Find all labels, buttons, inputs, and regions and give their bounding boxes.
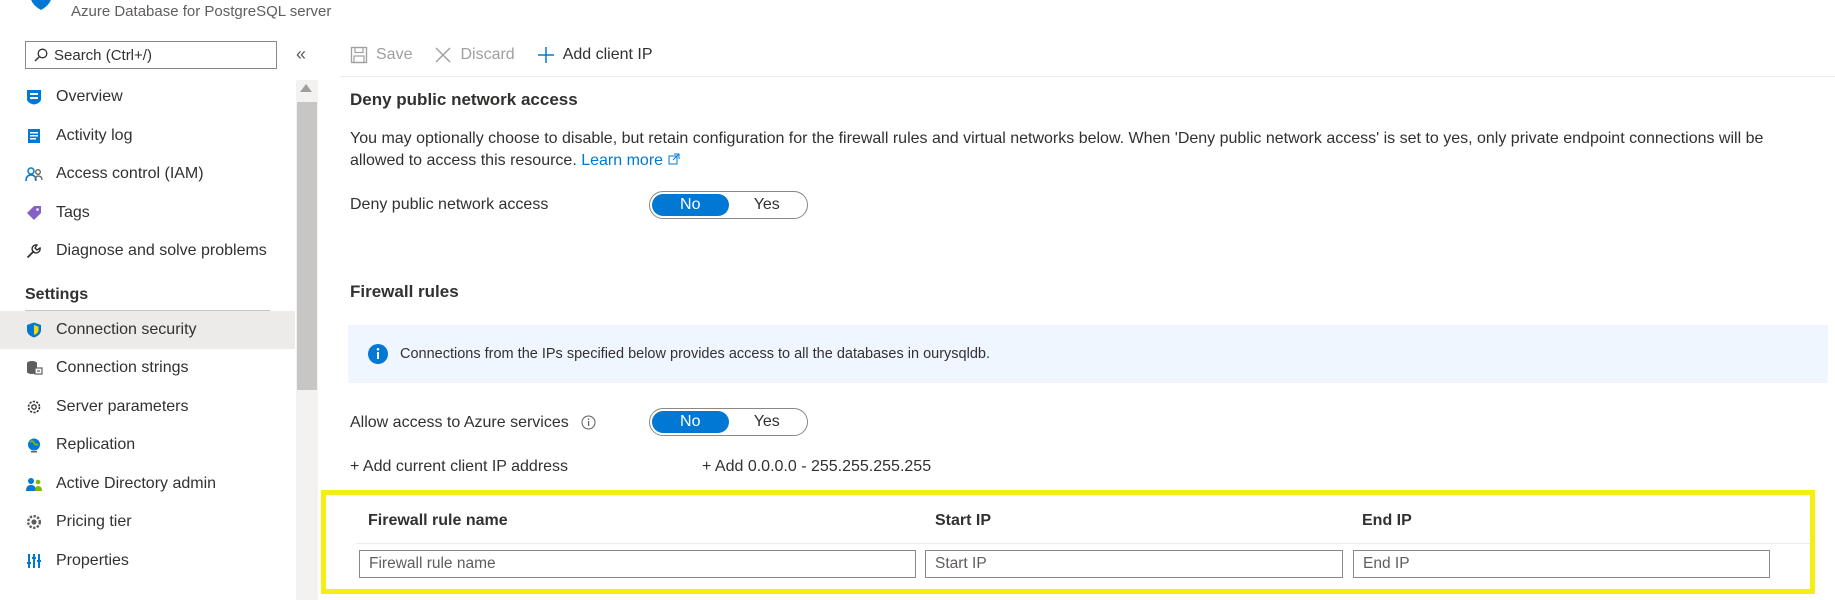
properties-bars-icon (25, 552, 43, 570)
sidebar-item-label: Pricing tier (56, 513, 132, 531)
sidebar-item-label: Active Directory admin (56, 474, 217, 492)
save-button-label: Save (376, 46, 413, 63)
wrench-icon (25, 242, 43, 260)
allow-toggle-no-option[interactable]: No (652, 411, 729, 433)
sidebar-item-properties[interactable]: Properties (0, 542, 295, 581)
sidebar-search-input[interactable] (54, 46, 264, 64)
add-all-ip-range-link[interactable]: + Add 0.0.0.0 - 255.255.255.255 (702, 458, 931, 476)
sidebar: « Overview Activity log Access control (… (0, 0, 318, 600)
end-ip-input[interactable] (1353, 550, 1770, 578)
add-current-client-ip-link[interactable]: + Add current client IP address (350, 458, 568, 476)
save-icon (350, 46, 368, 64)
sidebar-item-server-parameters[interactable]: Server parameters (0, 388, 295, 427)
learn-more-label: Learn more (581, 152, 664, 169)
sidebar-item-tags[interactable]: Tags (0, 194, 295, 233)
scroll-up-arrow-icon[interactable] (300, 84, 312, 92)
sidebar-nav: Overview Activity log Access control (IA… (0, 78, 295, 580)
allow-azure-services-text: Allow access to Azure services (350, 414, 569, 431)
allow-azure-services-toggle: No Yes (649, 408, 808, 436)
info-circle-icon[interactable] (581, 415, 596, 430)
save-button[interactable]: Save (350, 46, 412, 64)
close-icon (435, 47, 451, 63)
learn-more-link[interactable]: Learn more (581, 152, 680, 169)
people-icon (25, 165, 43, 183)
sidebar-item-label: Tags (56, 203, 90, 221)
description-text: You may optionally choose to disable, bu… (350, 130, 1764, 169)
deny-public-access-description: You may optionally choose to disable, bu… (350, 128, 1820, 172)
column-header-rule-name: Firewall rule name (368, 512, 508, 529)
deny-public-access-heading: Deny public network access (350, 90, 578, 109)
deny-toggle-no-option[interactable]: No (652, 194, 729, 216)
toolbar-divider (340, 76, 1835, 77)
command-toolbar: Save Discard Add client IP (350, 40, 675, 70)
sidebar-item-label: Server parameters (56, 397, 189, 415)
gear-icon (25, 398, 43, 416)
deny-public-access-label: Deny public network access (350, 196, 549, 213)
overview-icon (25, 88, 43, 106)
sidebar-item-activity-log[interactable]: Activity log (0, 117, 295, 156)
sidebar-item-access-control[interactable]: Access control (IAM) (0, 155, 295, 194)
sidebar-item-label: Replication (56, 436, 136, 454)
allow-azure-services-label: Allow access to Azure services (350, 414, 596, 432)
sidebar-item-pricing-tier[interactable]: Pricing tier (0, 503, 295, 542)
column-header-start-ip: Start IP (935, 512, 992, 529)
firewall-info-text: Connections from the IPs specified below… (400, 346, 990, 362)
sidebar-section-settings: Settings (0, 271, 295, 311)
scrollbar-thumb[interactable] (297, 102, 317, 390)
sidebar-item-active-directory-admin[interactable]: Active Directory admin (0, 465, 295, 504)
sidebar-item-replication[interactable]: Replication (0, 426, 295, 465)
tag-icon (25, 204, 43, 222)
highlight-frame (321, 490, 1815, 594)
sidebar-item-label: Diagnose and solve problems (56, 242, 267, 260)
pricing-gear-icon (25, 513, 43, 531)
sidebar-item-label: Overview (56, 88, 123, 106)
add-client-ip-button[interactable]: Add client IP (537, 46, 653, 64)
deny-toggle-yes-option[interactable]: Yes (729, 194, 806, 216)
column-header-end-ip: End IP (1362, 512, 1412, 529)
sidebar-item-label: Activity log (56, 126, 133, 144)
shield-icon (25, 321, 43, 339)
sidebar-item-connection-security[interactable]: Connection security (0, 310, 295, 349)
sidebar-search-box[interactable] (25, 41, 277, 69)
info-icon (368, 344, 388, 364)
discard-button[interactable]: Discard (434, 46, 515, 64)
allow-toggle-yes-option[interactable]: Yes (729, 411, 806, 433)
add-client-ip-label: Add client IP (562, 46, 653, 63)
sidebar-item-diagnose[interactable]: Diagnose and solve problems (0, 232, 295, 271)
sidebar-item-label: Access control (IAM) (56, 165, 204, 183)
external-link-icon (668, 153, 680, 165)
firewall-rules-heading: Firewall rules (350, 282, 459, 301)
grid-header-divider (356, 543, 1810, 544)
sidebar-item-label: Connection strings (56, 359, 189, 377)
connection-strings-icon (25, 359, 43, 377)
globe-icon (25, 436, 43, 454)
discard-button-label: Discard (460, 46, 515, 63)
firewall-info-banner: Connections from the IPs specified below… (348, 325, 1828, 383)
sidebar-item-label: Properties (56, 551, 129, 569)
collapse-sidebar-button[interactable]: « (291, 44, 311, 64)
plus-icon (537, 47, 554, 63)
start-ip-input[interactable] (925, 550, 1343, 578)
sidebar-item-label: Connection security (56, 320, 197, 338)
sidebar-item-overview[interactable]: Overview (0, 78, 295, 117)
sidebar-item-connection-strings[interactable]: Connection strings (0, 349, 295, 388)
sidebar-scrollbar[interactable] (296, 80, 318, 600)
search-icon (34, 48, 48, 62)
ad-admin-icon (25, 475, 43, 493)
activity-log-icon (25, 127, 43, 145)
firewall-rule-name-input[interactable] (359, 550, 916, 578)
deny-public-access-toggle: No Yes (649, 191, 808, 219)
